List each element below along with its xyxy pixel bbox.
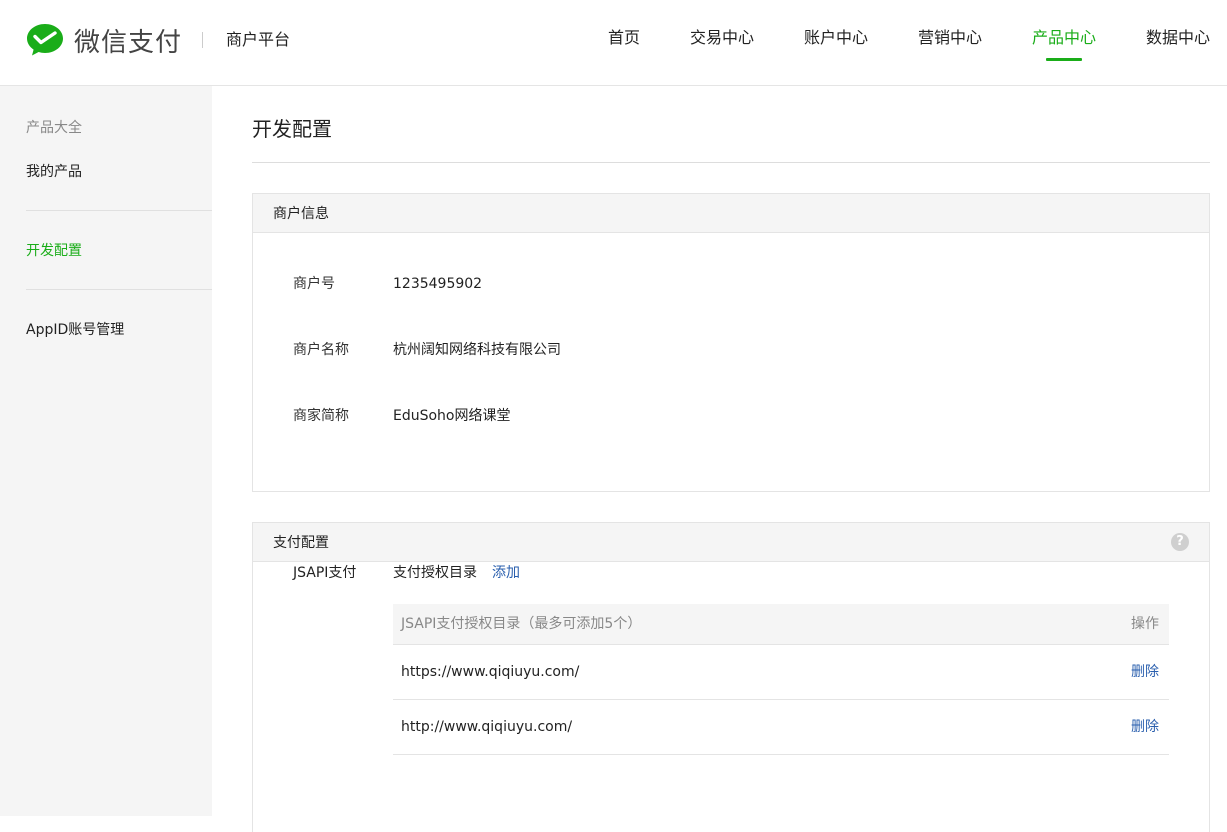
info-value: 杭州阔知网络科技有限公司 <box>393 342 561 358</box>
nav-item-data[interactable]: 数据中心 <box>1146 26 1210 50</box>
nav-active-indicator <box>1046 58 1082 61</box>
add-dir-link[interactable]: 添加 <box>492 563 520 583</box>
sidebar-item-dev-config[interactable]: 开发配置 <box>26 241 82 261</box>
delete-link[interactable]: 删除 <box>1131 717 1159 737</box>
panel-header: 商户信息 <box>253 194 1209 233</box>
pay-dir-label: 支付授权目录 <box>393 565 477 581</box>
panel-title: 商户信息 <box>273 206 329 222</box>
sidebar-divider <box>26 210 212 211</box>
dir-url: http://www.qiqiuyu.com/ <box>401 719 573 735</box>
table-row: http://www.qiqiuyu.com/ 删除 <box>393 700 1169 755</box>
panel-title: 支付配置 <box>273 535 329 551</box>
table-header: JSAPI支付授权目录（最多可添加5个） 操作 <box>393 604 1169 645</box>
merchant-info-panel: 商户信息 商户号 1235495902 商户名称 杭州阔知网络科技有限公司 商家… <box>252 193 1210 492</box>
nav-item-product[interactable]: 产品中心 <box>1032 26 1096 50</box>
info-label: 商家简称 <box>293 408 349 424</box>
table-header-dir: JSAPI支付授权目录（最多可添加5个） <box>401 616 642 632</box>
info-value: 1235495902 <box>393 276 483 292</box>
title-divider <box>252 162 1210 163</box>
jsapi-pay-label: JSAPI支付 <box>293 565 357 581</box>
info-label: 商户名称 <box>293 342 349 358</box>
main-nav: 首页 交易中心 账户中心 营销中心 产品中心 数据中心 <box>0 0 1227 86</box>
dir-url: https://www.qiqiuyu.com/ <box>401 664 580 680</box>
pay-config-panel: 支付配置 ? JSAPI支付 支付授权目录 添加 JSAPI支付授权目录（最多可… <box>252 522 1210 832</box>
delete-link[interactable]: 删除 <box>1131 662 1159 682</box>
panel-header: 支付配置 ? <box>253 523 1209 562</box>
auth-dir-table: JSAPI支付授权目录（最多可添加5个） 操作 https://www.qiqi… <box>393 604 1169 755</box>
info-value: EduSoho网络课堂 <box>393 408 511 424</box>
question-circle-icon[interactable]: ? <box>1171 533 1189 551</box>
sidebar-category[interactable]: 产品大全 <box>26 118 82 138</box>
sidebar-item-appid[interactable]: AppID账号管理 <box>26 320 124 340</box>
nav-item-trade[interactable]: 交易中心 <box>690 26 754 50</box>
page-title: 开发配置 <box>252 117 332 141</box>
table-header-action: 操作 <box>1131 616 1159 632</box>
nav-item-home[interactable]: 首页 <box>608 26 640 50</box>
sidebar: 产品大全 我的产品 开发配置 AppID账号管理 <box>0 86 212 816</box>
info-label: 商户号 <box>293 276 335 292</box>
sidebar-divider <box>26 289 212 290</box>
nav-item-marketing[interactable]: 营销中心 <box>918 26 982 50</box>
sidebar-item-my-products[interactable]: 我的产品 <box>26 162 82 182</box>
top-header: 微信支付 商户平台 首页 交易中心 账户中心 营销中心 产品中心 数据中心 <box>0 0 1227 86</box>
table-row: https://www.qiqiuyu.com/ 删除 <box>393 645 1169 700</box>
nav-item-account[interactable]: 账户中心 <box>804 26 868 50</box>
